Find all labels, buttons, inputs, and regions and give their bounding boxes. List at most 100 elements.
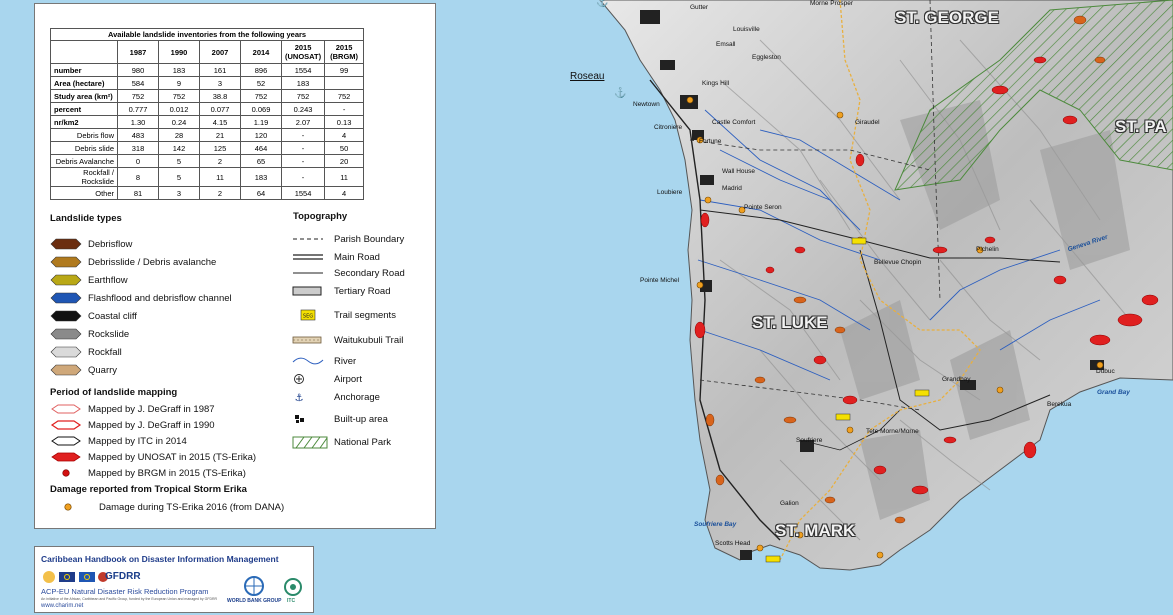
topography-label: Tertiary Road bbox=[334, 285, 391, 297]
topography-item: River bbox=[292, 355, 356, 367]
mapping-period-item: Mapped by UNOSAT in 2015 (TS-Erika) bbox=[50, 451, 256, 463]
place-label: Giraudel bbox=[855, 119, 880, 126]
landslide-type-label: Rockfall bbox=[88, 346, 122, 358]
eu-flag-icon bbox=[59, 572, 75, 582]
table-row: number 980 183 161 896 1554 99 bbox=[50, 63, 365, 77]
charim-url[interactable]: www.charim.net bbox=[41, 603, 83, 609]
table-cell: 3 bbox=[199, 76, 241, 90]
topography-item: Secondary Road bbox=[292, 267, 405, 279]
quarry-swatch-icon bbox=[50, 364, 82, 376]
table-cell: 183 bbox=[280, 76, 326, 90]
damage-legend-label: Damage during TS-Erika 2016 (from DANA) bbox=[99, 501, 285, 513]
table-cell: 5 bbox=[158, 154, 200, 168]
landslide-type-label: Rockslide bbox=[88, 328, 130, 340]
landslide-type-label: Coastal cliff bbox=[88, 310, 137, 322]
table-cell: 1554 bbox=[280, 186, 326, 200]
table-cell: 8 bbox=[117, 167, 159, 187]
acp-logo-icon bbox=[43, 571, 55, 583]
river-icon bbox=[292, 355, 328, 367]
table-cell: - bbox=[280, 167, 326, 187]
table-cell: 28 bbox=[158, 128, 200, 142]
anchor-icon: ⚓ bbox=[614, 86, 626, 99]
table-row-label: Debris slide bbox=[50, 141, 118, 155]
box-road-icon bbox=[292, 285, 328, 297]
table-cell: - bbox=[280, 128, 326, 142]
table-cell: 125 bbox=[199, 141, 241, 155]
mapping-period-label: Mapped by ITC in 2014 bbox=[88, 435, 187, 447]
landslide-type-item: Earthflow bbox=[50, 274, 128, 286]
table-cell: 183 bbox=[158, 63, 200, 77]
table-cell: 0.24 bbox=[158, 115, 200, 129]
topography-item: Main Road bbox=[292, 251, 380, 263]
table-row: Debris flow 483 28 21 120-4 bbox=[50, 128, 365, 142]
table-cell: 183 bbox=[240, 167, 282, 187]
place-label: Citroniere bbox=[654, 124, 683, 131]
damage-dot-icon bbox=[61, 501, 93, 513]
table-cell: 65 bbox=[240, 154, 282, 168]
place-label: Emsall bbox=[716, 41, 736, 48]
topography-item: Built-up area bbox=[292, 413, 388, 425]
place-label: Galion bbox=[780, 500, 799, 507]
table-cell: 584 bbox=[117, 76, 159, 90]
itc-label: ITC bbox=[287, 598, 296, 604]
table-row: nr/km2 1.30 0.24 4.15 1.19 2.07 0.13 bbox=[50, 115, 365, 129]
topography-label: National Park bbox=[334, 436, 392, 448]
table-cell: 64 bbox=[240, 186, 282, 200]
place-label: Eggleston bbox=[752, 54, 781, 61]
inventory-table: Available landslide inventories from the… bbox=[49, 28, 365, 200]
table-cell: 38.8 bbox=[199, 89, 241, 103]
mapping-period-item: Mapped by ITC in 2014 bbox=[50, 435, 187, 447]
landslide-type-item: Debrisflow bbox=[50, 238, 132, 250]
anchor-icon: ⚓ bbox=[596, 0, 608, 8]
landslide-type-label: Flashflood and debrisflow channel bbox=[88, 292, 232, 304]
place-label: Wall House bbox=[722, 168, 755, 175]
landslide-type-item: Rockfall bbox=[50, 346, 122, 358]
eu-flag-icon bbox=[79, 572, 95, 582]
landslide-type-label: Earthflow bbox=[88, 274, 128, 286]
table-row-label: Study area (km²) bbox=[50, 89, 118, 103]
bay-label: Soufriere Bay bbox=[694, 521, 737, 528]
table-cell: 752 bbox=[240, 89, 282, 103]
landslide-type-item: Quarry bbox=[50, 364, 117, 376]
table-cell: 2 bbox=[199, 186, 241, 200]
world-bank-label: WORLD BANK GROUP bbox=[227, 598, 282, 604]
table-cell: 4 bbox=[324, 128, 365, 142]
table-row: Debris Avalanche 0 5 2 65-20 bbox=[50, 154, 365, 168]
topography-item: Waitukubuli Trail bbox=[292, 334, 403, 346]
table-cell: 980 bbox=[117, 63, 159, 77]
degraff-1990-icon bbox=[50, 419, 82, 431]
place-label: Loubiere bbox=[657, 189, 683, 196]
world-bank-logo-icon bbox=[244, 576, 264, 596]
topography-heading: Topography bbox=[293, 211, 348, 222]
airport-icon bbox=[292, 373, 328, 385]
landslide-types-heading: Landslide types bbox=[50, 213, 122, 224]
place-label: Pointe Seron bbox=[744, 204, 782, 211]
table-cell: 120 bbox=[240, 128, 282, 142]
builtup-icon bbox=[292, 413, 328, 425]
landslide-type-item: Debrisslide / Debris avalanche bbox=[50, 256, 216, 268]
parish-label-st-luke: ST. LUKE bbox=[752, 313, 828, 332]
table-cell: 0.077 bbox=[199, 102, 241, 116]
topography-label: River bbox=[334, 355, 357, 367]
inventory-table-body: number 980 183 161 896 1554 99 Area (hectare) 58… bbox=[50, 63, 365, 200]
topography-item: SEG Trail segments bbox=[292, 309, 396, 321]
place-label: Pichelin bbox=[976, 246, 999, 253]
table-cell: 9 bbox=[158, 76, 200, 90]
coastal-cliff-swatch-icon bbox=[50, 310, 82, 322]
table-row: Debris slide 318 142 125 464-50 bbox=[50, 141, 365, 155]
landslide-type-label: Quarry bbox=[88, 364, 118, 376]
topography-item: ⚓ Anchorage bbox=[292, 391, 380, 405]
topography-item: Tertiary Road bbox=[292, 285, 391, 297]
unosat-2015-icon bbox=[50, 451, 82, 463]
place-label: Soufriere bbox=[796, 437, 823, 444]
place-label: Newtown bbox=[633, 101, 660, 108]
place-label: Gutter bbox=[690, 4, 709, 11]
place-label: Madrid bbox=[722, 185, 742, 192]
degraff-1987-icon bbox=[50, 403, 82, 415]
topography-label: Waitukubuli Trail bbox=[334, 334, 404, 346]
topography-label: Anchorage bbox=[334, 391, 380, 403]
table-cell: 142 bbox=[158, 141, 200, 155]
mapping-period-label: Mapped by J. DeGraff in 1987 bbox=[88, 403, 215, 415]
mapping-period-item: Mapped by BRGM in 2015 (TS-Erika) bbox=[50, 467, 246, 479]
topography-label: Trail segments bbox=[334, 309, 396, 321]
